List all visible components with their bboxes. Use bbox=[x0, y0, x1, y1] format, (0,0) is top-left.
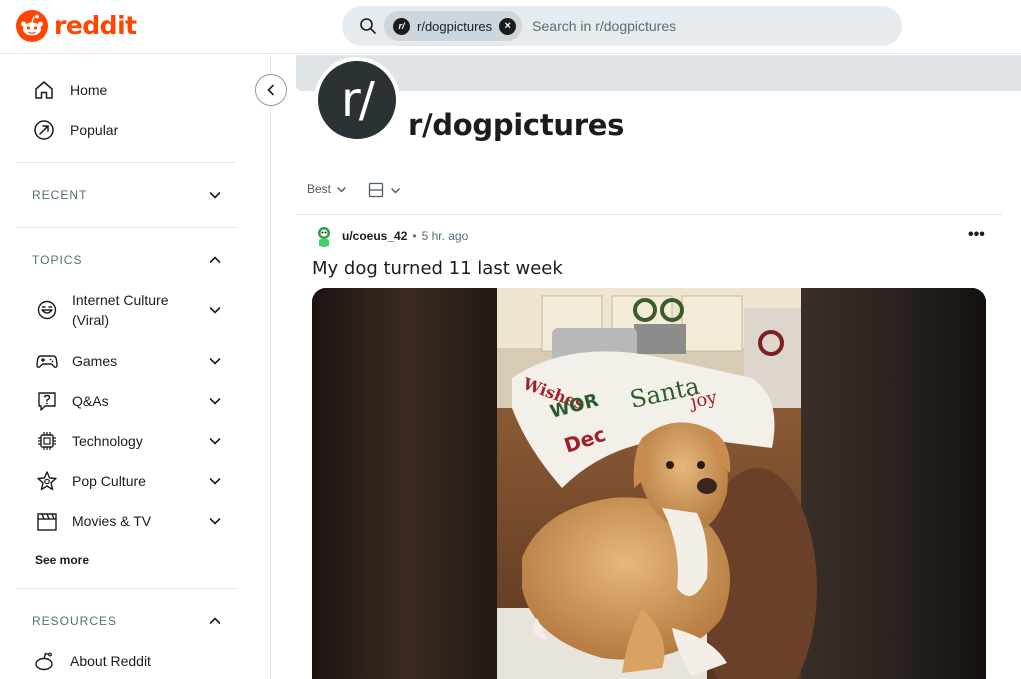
sidebar-item-label: Home bbox=[70, 82, 108, 98]
section-resources[interactable]: RESOURCES bbox=[32, 609, 222, 633]
remove-scope-icon[interactable]: × bbox=[499, 17, 517, 35]
star-icon bbox=[36, 470, 58, 492]
chevron-up-icon bbox=[209, 617, 221, 624]
sidebar-item-label: About Reddit bbox=[70, 653, 151, 669]
sidebar-item-about-reddit[interactable]: About Reddit bbox=[32, 641, 151, 679]
clapper-icon bbox=[36, 510, 58, 532]
search-icon bbox=[360, 18, 376, 34]
topic-technology[interactable]: Technology bbox=[36, 430, 222, 452]
about-icon bbox=[32, 649, 56, 673]
section-label: RECENT bbox=[32, 188, 88, 202]
topic-internet-culture[interactable]: Internet Culture (Viral) bbox=[36, 290, 222, 330]
meta-separator: • bbox=[412, 229, 417, 243]
chevron-down-icon bbox=[391, 187, 400, 193]
search-scope-chip[interactable]: r/ r/dogpictures × bbox=[384, 11, 523, 41]
sidebar-divider bbox=[16, 162, 236, 163]
feed-divider bbox=[296, 214, 1002, 215]
topic-label: Movies & TV bbox=[72, 513, 152, 529]
sidebar-item-home[interactable]: Home bbox=[32, 70, 107, 110]
search-scope-label: r/dogpictures bbox=[417, 18, 493, 34]
top-bar: reddit r/ r/dogpictures × Search in r/do… bbox=[0, 0, 1021, 54]
dog-photo: Wishes WOR Santa joy Dec bbox=[312, 288, 986, 679]
gamepad-icon bbox=[36, 350, 58, 372]
topic-label: Q&As bbox=[72, 393, 109, 409]
chevron-down-icon[interactable] bbox=[208, 303, 222, 317]
chevron-down-icon[interactable] bbox=[208, 434, 222, 448]
section-label: RESOURCES bbox=[32, 614, 118, 628]
post-meta: u/coeus_42 • 5 hr. ago bbox=[313, 225, 468, 247]
chevron-left-icon bbox=[267, 84, 274, 96]
sidebar-divider bbox=[16, 588, 236, 589]
topic-label: Technology bbox=[72, 433, 143, 449]
chevron-down-icon[interactable] bbox=[208, 474, 222, 488]
smile-icon bbox=[36, 299, 58, 321]
subreddit-avatar-text: r/ bbox=[341, 72, 375, 128]
post-timestamp: 5 hr. ago bbox=[421, 229, 469, 243]
collapse-sidebar-button[interactable] bbox=[255, 74, 287, 106]
topic-label: Internet Culture (Viral) bbox=[72, 292, 169, 328]
chip-icon bbox=[36, 430, 58, 452]
subreddit-banner bbox=[296, 55, 1021, 91]
topic-label: Games bbox=[72, 353, 118, 369]
sidebar-item-label: Popular bbox=[70, 122, 119, 138]
topic-movies-tv[interactable]: Movies & TV bbox=[36, 510, 222, 532]
question-icon bbox=[36, 390, 58, 412]
post-image[interactable]: Wishes WOR Santa joy Dec bbox=[312, 288, 986, 679]
sort-dropdown[interactable]: Best bbox=[307, 182, 347, 196]
home-icon bbox=[32, 78, 56, 102]
card-view-icon bbox=[368, 182, 384, 198]
reddit-logo[interactable]: reddit bbox=[16, 10, 137, 42]
sidebar-divider bbox=[16, 227, 236, 228]
post-overflow-menu-button[interactable]: ••• bbox=[968, 226, 985, 244]
subreddit-title: r/dogpictures bbox=[408, 108, 625, 142]
post-title[interactable]: My dog turned 11 last week bbox=[312, 258, 563, 279]
section-recent[interactable]: RECENT bbox=[32, 183, 222, 207]
chevron-down-icon bbox=[209, 192, 221, 199]
search-bar[interactable]: r/ r/dogpictures × Search in r/dogpictur… bbox=[342, 6, 902, 46]
topic-games[interactable]: Games bbox=[36, 350, 222, 372]
reddit-snoo-icon bbox=[16, 10, 48, 42]
popular-icon bbox=[32, 118, 56, 142]
section-label: TOPICS bbox=[32, 253, 83, 267]
chevron-down-icon[interactable] bbox=[208, 514, 222, 528]
sort-label: Best bbox=[307, 182, 332, 196]
section-topics[interactable]: TOPICS bbox=[32, 248, 222, 272]
logo-wordmark: reddit bbox=[54, 11, 137, 40]
topic-pop-culture[interactable]: Pop Culture bbox=[36, 470, 222, 492]
chevron-down-icon[interactable] bbox=[208, 394, 222, 408]
chevron-up-icon bbox=[209, 256, 221, 263]
topic-label: Pop Culture bbox=[72, 473, 146, 489]
chevron-down-icon[interactable] bbox=[208, 354, 222, 368]
avatar[interactable] bbox=[313, 225, 335, 247]
subreddit-chip-avatar: r/ bbox=[393, 17, 410, 35]
sidebar-item-popular[interactable]: Popular bbox=[32, 110, 118, 150]
see-more-link[interactable]: See more bbox=[35, 553, 89, 567]
chevron-down-icon bbox=[337, 186, 346, 192]
left-sidebar: Home Popular RECENT TOPICS Internet Cult… bbox=[0, 55, 271, 679]
view-mode-dropdown[interactable] bbox=[368, 182, 401, 198]
search-input[interactable]: Search in r/dogpictures bbox=[532, 18, 676, 34]
subreddit-avatar: r/ bbox=[314, 57, 400, 143]
post-author-link[interactable]: u/coeus_42 bbox=[342, 229, 407, 243]
topic-qas[interactable]: Q&As bbox=[36, 390, 222, 412]
